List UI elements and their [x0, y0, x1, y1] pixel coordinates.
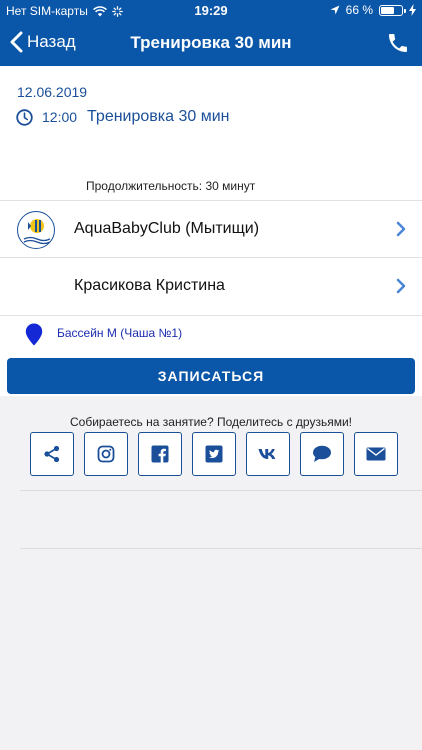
share-buttons: [30, 432, 398, 476]
navigation-bar: Назад Тренировка 30 мин: [0, 22, 422, 66]
signup-button[interactable]: ЗАПИСАТЬСЯ: [7, 358, 415, 394]
battery-level-fill: [381, 6, 395, 14]
status-bar: Нет SIM-карты 19:29 66 %: [0, 0, 422, 22]
divider: [20, 548, 422, 549]
message-share-button[interactable]: [300, 432, 344, 476]
event-time: 12:00: [42, 109, 78, 125]
status-right: 66 %: [330, 3, 416, 17]
share-icon: [44, 445, 60, 463]
club-logo-image: [23, 219, 51, 245]
page-title: Тренировка 30 мин: [130, 33, 292, 52]
mail-icon: [366, 447, 386, 461]
twitter-icon: [205, 445, 223, 463]
share-prompt: Собираетесь на занятие? Поделитесь с дру…: [69, 415, 353, 429]
message-icon: [313, 445, 331, 462]
chevron-right-icon: [396, 221, 406, 237]
instagram-icon: [97, 445, 115, 463]
clock-icon: [16, 108, 33, 126]
event-date: 12.06.2019: [17, 84, 88, 100]
location-name: Бассейн М (Чаша №1): [57, 326, 183, 340]
call-button[interactable]: [386, 31, 410, 60]
twitter-share-button[interactable]: [192, 432, 236, 476]
battery-percent: 66 %: [345, 3, 373, 17]
event-time-row: 12:00 Тренировка 30 мин: [16, 108, 230, 126]
location-arrow-icon: [330, 5, 340, 15]
club-row[interactable]: AquaBabyClub (Мытищи): [0, 200, 422, 257]
club-name: AquaBabyClub (Мытищи): [74, 220, 260, 237]
event-duration: Продолжительность: 30 минут: [86, 179, 256, 193]
event-title: Тренировка 30 мин: [87, 108, 230, 125]
battery-icon: [379, 4, 406, 16]
facebook-icon: [151, 445, 169, 463]
club-logo: [17, 211, 55, 249]
trainer-name: Красикова Кристина: [74, 277, 225, 294]
divider: [20, 490, 422, 491]
facebook-share-button[interactable]: [138, 432, 182, 476]
map-pin-icon: [25, 323, 43, 346]
vk-share-button[interactable]: [246, 432, 290, 476]
email-share-button[interactable]: [354, 432, 398, 476]
vk-icon: [258, 449, 276, 459]
event-card: 12.06.2019 12:00 Тренировка 30 мин Продо…: [0, 66, 422, 396]
charging-icon: [409, 4, 416, 16]
chevron-right-icon: [396, 278, 406, 294]
location-row: Бассейн М (Чаша №1): [0, 315, 422, 353]
phone-icon: [389, 34, 407, 52]
trainer-row[interactable]: Красикова Кристина: [0, 257, 422, 314]
share-button[interactable]: [30, 432, 74, 476]
instagram-share-button[interactable]: [84, 432, 128, 476]
